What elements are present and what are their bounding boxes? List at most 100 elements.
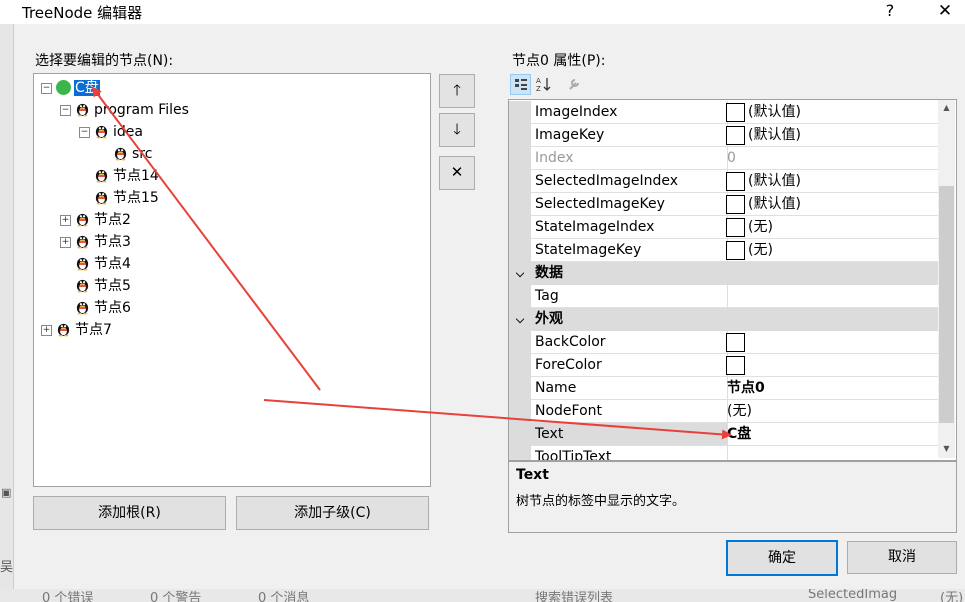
property-value[interactable]: (默认值) (724, 124, 938, 147)
property-row[interactable]: ToolTipText (509, 446, 938, 460)
scroll-down-icon[interactable]: ▼ (938, 444, 955, 453)
value-swatch (726, 241, 745, 260)
property-category[interactable]: ⌵ 数据 (509, 262, 938, 285)
property-value[interactable]: (无) (724, 400, 938, 423)
property-value[interactable]: (默认值) (724, 101, 938, 124)
property-row[interactable]: SelectedImageIndex (默认值) (509, 170, 938, 193)
categorized-view-icon[interactable] (510, 74, 531, 95)
property-name: BackColor (531, 331, 728, 354)
property-category[interactable]: ⌵ 外观 (509, 308, 938, 331)
property-value[interactable]: 节点0 (724, 377, 938, 400)
help-button[interactable]: ? (878, 0, 902, 24)
property-row[interactable]: SelectedImageKey (默认值) (509, 193, 938, 216)
description-text: 树节点的标签中显示的文字。 (516, 494, 686, 509)
property-value[interactable]: (无) (724, 216, 938, 239)
arrow-down-icon: 🡓 (453, 120, 461, 138)
errors-count: 0 个错误 (42, 591, 94, 602)
property-name: ImageKey (531, 124, 728, 147)
property-value[interactable] (724, 354, 938, 377)
property-value[interactable] (724, 446, 938, 460)
property-row[interactable]: Index 0 (509, 147, 938, 170)
property-row[interactable]: ImageKey (默认值) (509, 124, 938, 147)
scroll-up-icon[interactable]: ▲ (938, 103, 955, 112)
property-row[interactable]: BackColor (509, 331, 938, 354)
tree-node[interactable]: 节点15 (94, 188, 159, 208)
expand-icon[interactable]: + (60, 237, 71, 248)
background-char: 吴 (0, 560, 14, 575)
tree-node[interactable]: 节点4 (75, 254, 131, 274)
property-name: ForeColor (531, 354, 728, 377)
property-name: Tag (531, 285, 728, 308)
property-pages-icon[interactable] (564, 74, 584, 94)
tree-node[interactable]: 节点6 (75, 298, 131, 318)
property-value[interactable] (724, 331, 938, 354)
tree-node-label: 节点7 (75, 322, 112, 338)
tree-node-label: 节点6 (94, 300, 131, 316)
row-margin (509, 377, 531, 400)
tree-node[interactable]: 节点7 (56, 320, 112, 340)
tree-node-label: 节点5 (94, 278, 131, 294)
expand-icon[interactable]: + (60, 215, 71, 226)
value-swatch (726, 356, 745, 375)
row-margin (509, 446, 531, 460)
tree-node[interactable]: 节点2 (75, 210, 131, 230)
tree-node[interactable]: 节点5 (75, 276, 131, 296)
add-child-button[interactable]: 添加子级(C) (236, 496, 429, 530)
property-row[interactable]: ForeColor (509, 354, 938, 377)
property-value-text (724, 288, 727, 304)
qq-penguin-icon (76, 257, 89, 271)
chevron-down-icon[interactable]: ⌵ (513, 262, 527, 285)
property-value[interactable]: 0 (724, 147, 938, 170)
row-margin (509, 216, 531, 239)
tree-node[interactable]: idea (94, 122, 143, 142)
background-error-list-bar: 0 个错误 0 个警告 0 个消息 搜索错误列表 SelectedImag (无… (0, 589, 965, 602)
ok-button[interactable]: 确定 (726, 540, 838, 576)
row-margin (509, 147, 531, 170)
close-button[interactable]: ✕ (930, 0, 960, 24)
property-value[interactable]: (无) (724, 239, 938, 262)
collapse-icon[interactable]: − (79, 127, 90, 138)
node-tree[interactable]: − C盘 − program Files − idea src 节点14 节点15 + 节点2 + 节点… (33, 73, 431, 487)
search-error-list: 搜索错误列表 (535, 591, 614, 602)
property-value[interactable]: C盘 (724, 423, 938, 446)
property-name: ImageIndex (531, 101, 728, 124)
tree-node[interactable]: src (113, 144, 152, 164)
property-value-text: 0 (727, 150, 736, 166)
add-root-button[interactable]: 添加根(R) (33, 496, 226, 530)
collapse-icon[interactable]: − (41, 83, 52, 94)
qq-penguin-icon (76, 213, 89, 227)
alphabetical-sort-icon[interactable]: AZ (534, 74, 554, 94)
expand-icon[interactable]: + (41, 325, 52, 336)
tree-node[interactable]: program Files (75, 100, 189, 120)
cancel-button[interactable]: 取消 (847, 541, 957, 574)
property-row[interactable]: StateImageIndex (无) (509, 216, 938, 239)
tree-node[interactable]: 节点3 (75, 232, 131, 252)
property-row[interactable]: NodeFont (无) (509, 400, 938, 423)
background-property-name: SelectedImag (808, 589, 898, 602)
tree-node[interactable]: 节点14 (94, 166, 159, 186)
property-row[interactable]: Text C盘 (509, 423, 938, 446)
scrollbar-thumb[interactable] (939, 186, 954, 423)
move-down-button[interactable]: 🡓 (439, 113, 475, 147)
property-grid[interactable]: ImageIndex (默认值) ImageKey (默认值) Index 0 Select… (508, 99, 957, 461)
property-value[interactable]: (默认值) (724, 170, 938, 193)
delete-node-button[interactable]: ✕ (439, 156, 475, 190)
property-value[interactable]: (默认值) (724, 193, 938, 216)
tree-node[interactable]: C盘 (56, 78, 100, 98)
background-window-strip: ▣ 吴 (0, 24, 14, 602)
property-row[interactable]: Name 节点0 (509, 377, 938, 400)
property-row[interactable]: ImageIndex (默认值) (509, 101, 938, 124)
qq-penguin-icon (76, 301, 89, 315)
property-row[interactable]: Tag (509, 285, 938, 308)
move-up-button[interactable]: 🡑 (439, 74, 475, 108)
tree-node-label: 节点14 (113, 168, 159, 184)
property-row[interactable]: StateImageKey (无) (509, 239, 938, 262)
chevron-down-icon[interactable]: ⌵ (513, 308, 527, 331)
svg-text:A: A (536, 77, 541, 85)
property-name: Name (531, 377, 728, 400)
property-value[interactable] (724, 285, 938, 308)
collapse-icon[interactable]: − (60, 105, 71, 116)
title-bar (0, 0, 965, 24)
property-value-text: (默认值) (748, 127, 801, 143)
property-value-text: (无) (748, 219, 773, 235)
